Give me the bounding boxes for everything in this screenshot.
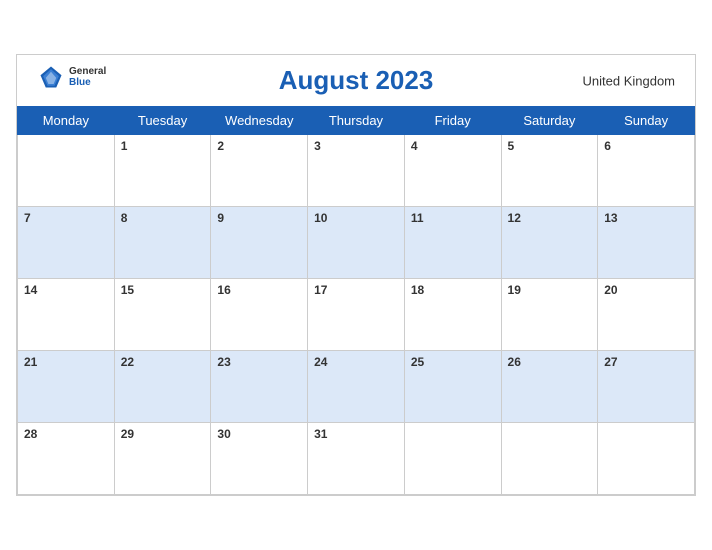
calendar-cell-r3-c3: 16	[211, 279, 308, 351]
day-number-1: 1	[121, 139, 128, 153]
day-number-7: 7	[24, 211, 31, 225]
calendar-cell-r1-c6: 5	[501, 135, 598, 207]
calendar-cell-r3-c4: 17	[308, 279, 405, 351]
calendar-cell-r1-c7: 6	[598, 135, 695, 207]
calendar-cell-r4-c6: 26	[501, 351, 598, 423]
calendar-row-2: 7 8 9 10 11 12 13	[18, 207, 695, 279]
calendar-cell-r4-c3: 23	[211, 351, 308, 423]
region-label: United Kingdom	[583, 73, 676, 88]
day-number-4: 4	[411, 139, 418, 153]
day-number-25: 25	[411, 355, 424, 369]
header-wednesday: Wednesday	[211, 107, 308, 135]
calendar-cell-r2-c2: 8	[114, 207, 211, 279]
calendar-cell-r2-c3: 9	[211, 207, 308, 279]
logo-icon	[37, 63, 65, 91]
day-number-16: 16	[217, 283, 230, 297]
calendar-cell-r1-c5: 4	[404, 135, 501, 207]
day-number-6: 6	[604, 139, 611, 153]
day-number-8: 8	[121, 211, 128, 225]
header-friday: Friday	[404, 107, 501, 135]
calendar-cell-r5-c7	[598, 423, 695, 495]
day-number-20: 20	[604, 283, 617, 297]
day-number-5: 5	[508, 139, 515, 153]
calendar-cell-r2-c4: 10	[308, 207, 405, 279]
header-saturday: Saturday	[501, 107, 598, 135]
logo-general-text: General	[69, 66, 106, 77]
day-number-18: 18	[411, 283, 424, 297]
calendar-header: General Blue August 2023 United Kingdom	[17, 55, 695, 106]
calendar-cell-r2-c5: 11	[404, 207, 501, 279]
day-number-29: 29	[121, 427, 134, 441]
calendar-title: August 2023	[279, 65, 434, 96]
logo-text: General Blue	[69, 66, 106, 88]
calendar-cell-r1-c2: 1	[114, 135, 211, 207]
day-number-3: 3	[314, 139, 321, 153]
day-number-30: 30	[217, 427, 230, 441]
day-number-13: 13	[604, 211, 617, 225]
header-tuesday: Tuesday	[114, 107, 211, 135]
logo-area: General Blue	[37, 63, 106, 91]
day-number-14: 14	[24, 283, 37, 297]
day-number-21: 21	[24, 355, 37, 369]
header-thursday: Thursday	[308, 107, 405, 135]
calendar-cell-r2-c1: 7	[18, 207, 115, 279]
day-number-31: 31	[314, 427, 327, 441]
calendar-table: Monday Tuesday Wednesday Thursday Friday…	[17, 106, 695, 495]
calendar-cell-r4-c7: 27	[598, 351, 695, 423]
day-number-26: 26	[508, 355, 521, 369]
day-number-19: 19	[508, 283, 521, 297]
calendar-cell-r4-c2: 22	[114, 351, 211, 423]
day-number-15: 15	[121, 283, 134, 297]
calendar-cell-r1-c3: 2	[211, 135, 308, 207]
calendar-cell-r3-c5: 18	[404, 279, 501, 351]
calendar-cell-r3-c1: 14	[18, 279, 115, 351]
calendar-cell-r5-c1: 28	[18, 423, 115, 495]
calendar-cell-r5-c3: 30	[211, 423, 308, 495]
day-number-22: 22	[121, 355, 134, 369]
day-number-28: 28	[24, 427, 37, 441]
calendar-cell-r1-c4: 3	[308, 135, 405, 207]
calendar-container: General Blue August 2023 United Kingdom …	[16, 54, 696, 496]
calendar-cell-r3-c2: 15	[114, 279, 211, 351]
day-number-2: 2	[217, 139, 224, 153]
day-number-17: 17	[314, 283, 327, 297]
day-number-10: 10	[314, 211, 327, 225]
calendar-row-1: 1 2 3 4 5 6	[18, 135, 695, 207]
day-number-12: 12	[508, 211, 521, 225]
calendar-cell-r5-c6	[501, 423, 598, 495]
calendar-cell-r5-c5	[404, 423, 501, 495]
calendar-cell-r1-c1	[18, 135, 115, 207]
day-number-11: 11	[411, 211, 424, 225]
day-number-24: 24	[314, 355, 327, 369]
calendar-cell-r5-c4: 31	[308, 423, 405, 495]
day-number-27: 27	[604, 355, 617, 369]
logo-blue-text: Blue	[69, 77, 106, 88]
day-number-23: 23	[217, 355, 230, 369]
day-number-9: 9	[217, 211, 224, 225]
calendar-cell-r3-c7: 20	[598, 279, 695, 351]
weekday-header-row: Monday Tuesday Wednesday Thursday Friday…	[18, 107, 695, 135]
calendar-row-4: 21 22 23 24 25 26 27	[18, 351, 695, 423]
header-monday: Monday	[18, 107, 115, 135]
calendar-cell-r2-c6: 12	[501, 207, 598, 279]
calendar-cell-r4-c1: 21	[18, 351, 115, 423]
calendar-cell-r2-c7: 13	[598, 207, 695, 279]
header-sunday: Sunday	[598, 107, 695, 135]
calendar-cell-r3-c6: 19	[501, 279, 598, 351]
calendar-cell-r5-c2: 29	[114, 423, 211, 495]
calendar-cell-r4-c5: 25	[404, 351, 501, 423]
calendar-cell-r4-c4: 24	[308, 351, 405, 423]
calendar-row-3: 14 15 16 17 18 19 20	[18, 279, 695, 351]
calendar-row-5: 28 29 30 31	[18, 423, 695, 495]
